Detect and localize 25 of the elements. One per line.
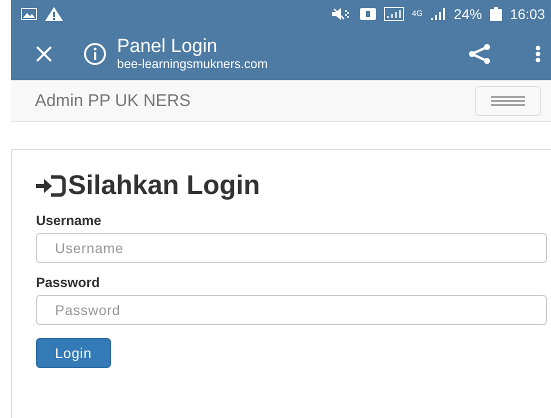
field-label: Username — [36, 213, 102, 228]
clock: 16:03 — [510, 6, 545, 22]
signal-icon — [430, 8, 446, 20]
close-icon[interactable] — [35, 45, 53, 63]
mute-icon — [332, 8, 352, 20]
more-icon[interactable] — [535, 45, 541, 63]
menu-button[interactable] — [475, 86, 541, 116]
share-icon[interactable] — [467, 44, 491, 64]
signal-icon — [384, 7, 404, 21]
warning-icon — [45, 7, 63, 21]
page-title: Panel Login — [117, 37, 218, 57]
battery-percent: 24% — [454, 6, 482, 22]
login-icon — [36, 174, 66, 196]
network-label: 4G — [412, 10, 422, 18]
input-field[interactable]: Username — [36, 233, 547, 263]
menu-icon — [491, 96, 525, 106]
info-icon[interactable] — [83, 42, 107, 66]
battery-icon — [490, 7, 502, 21]
login-button[interactable]: Login — [36, 338, 111, 368]
image-icon — [21, 8, 37, 20]
sim-icon — [360, 8, 376, 20]
field-label: Password — [36, 275, 101, 290]
input-field[interactable]: Password — [36, 295, 547, 325]
login-heading: Silahkan Login — [68, 170, 260, 201]
page-url: bee-learningsmukners.com — [117, 57, 269, 71]
